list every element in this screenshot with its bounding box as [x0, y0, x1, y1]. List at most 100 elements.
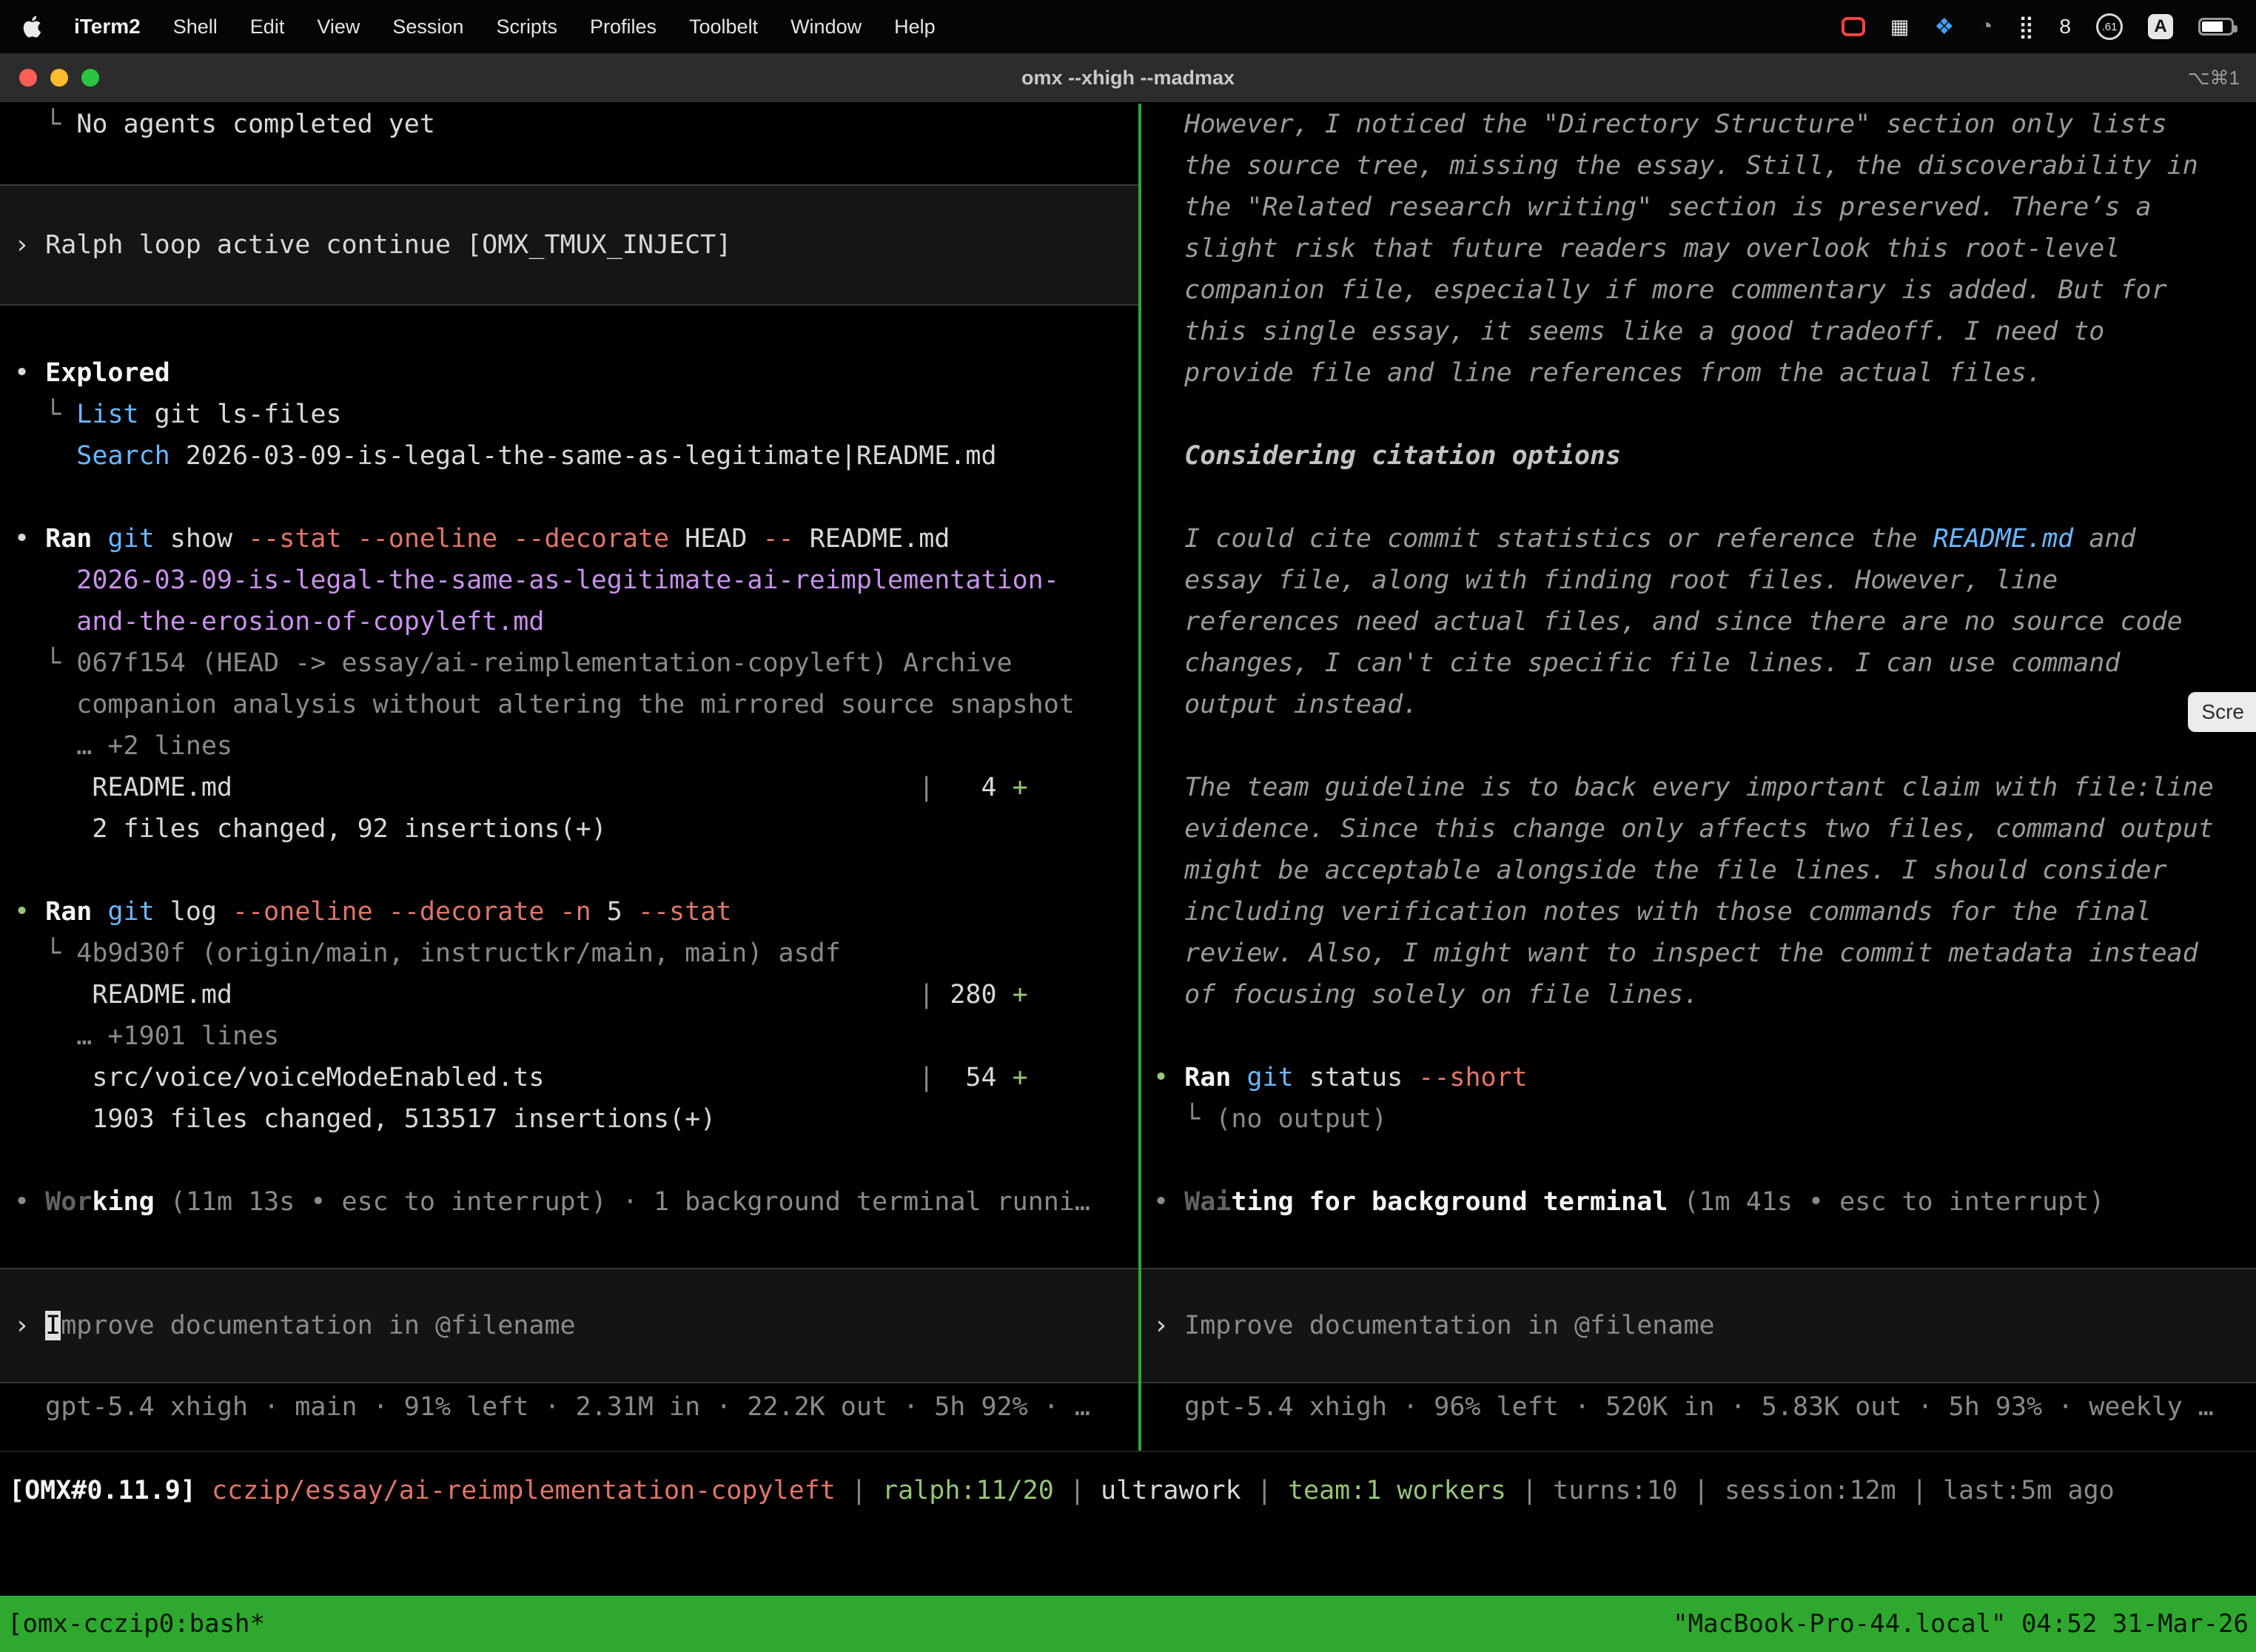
apple-menu-icon[interactable]: [22, 16, 41, 38]
text-segment: (1m 41s • esc to interrupt): [1668, 1187, 2104, 1217]
menu-item-window[interactable]: Window: [790, 16, 862, 38]
text-segment: Ran: [45, 897, 92, 927]
text-segment: README.md: [794, 524, 950, 554]
right-terminal-pane[interactable]: However, I noticed the "Directory Struct…: [1141, 104, 2256, 1451]
terminal-line: └ (no output): [1153, 1098, 1387, 1140]
text-segment: and-the-erosion-of-copyleft.md: [14, 607, 544, 637]
terminal-line: changes, I can't cite specific file line…: [1153, 642, 2120, 684]
text-segment: king: [92, 1187, 154, 1217]
text-segment: output instead.: [1153, 690, 1418, 719]
text-segment: |: [836, 1476, 882, 1505]
input-source-icon[interactable]: A: [2148, 14, 2173, 39]
menu-item-toolbelt[interactable]: Toolbelt: [689, 16, 758, 38]
menu-app-name[interactable]: iTerm2: [74, 15, 141, 38]
terminal-line: README.md | 280 +: [14, 974, 1028, 1015]
text-segment: including verification notes with those …: [1153, 897, 2152, 927]
text-segment: +: [1013, 980, 1028, 1010]
text-segment: gpt-5.4 xhigh · 96% left · 520K in · 5.8…: [1153, 1392, 2214, 1422]
menu-bar-left: iTerm2 Shell Edit View Session Scripts Profil…: [22, 15, 936, 38]
text-segment: README.md: [14, 773, 919, 802]
text-segment: (11m 13s • esc to interrupt) · 1 backgro…: [155, 1187, 1090, 1217]
text-segment: List: [76, 400, 138, 429]
terminal-line: of focusing solely on file lines.: [1153, 974, 1699, 1015]
text-segment: README.md: [1933, 524, 2074, 554]
battery-percent-icon[interactable]: .61: [2096, 13, 2123, 40]
omx-status-line: [OMX#0.11.9] cczip/essay/ai-reimplementa…: [9, 1470, 2256, 1511]
terminal-line: 2026-03-09-is-legal-the-same-as-legitima…: [14, 560, 1059, 601]
text-segment: --short: [1418, 1063, 1528, 1092]
text-segment: •: [14, 358, 45, 388]
menu-item-help[interactable]: Help: [894, 16, 936, 38]
text-segment: essay file, along with finding root file…: [1153, 565, 2058, 595]
terminal-line: provide file and line references from th…: [1153, 352, 2042, 394]
left-terminal-pane[interactable]: └ No agents completed yet• Explored └ Li…: [0, 104, 1138, 1451]
minimize-button[interactable]: [50, 69, 68, 87]
menu-item-edit[interactable]: Edit: [250, 16, 285, 38]
left-prompt-input[interactable]: › Improve documentation in @filename: [0, 1268, 1138, 1383]
text-segment: git: [107, 897, 154, 927]
window-title-bar[interactable]: omx --xhigh --madmax ⌥⌘1: [0, 53, 2256, 104]
terminal-line: • Ran git log --oneline --decorate -n 5 …: [14, 891, 731, 933]
text-segment: ›: [14, 1311, 45, 1340]
text-segment: Wor: [45, 1187, 92, 1217]
text-segment: 280: [934, 980, 1012, 1010]
right-status-line: gpt-5.4 xhigh · 96% left · 520K in · 5.8…: [1153, 1386, 2214, 1428]
menu-item-scripts[interactable]: Scripts: [496, 16, 557, 38]
terminal-line: • Waiting for background terminal (1m 41…: [1153, 1181, 2104, 1223]
text-segment: changes, I can't cite specific file line…: [1153, 648, 2120, 678]
text-segment: Improve documentation in @filename: [1184, 1311, 1714, 1340]
text-segment: |: [919, 1063, 934, 1092]
terminal-line: └ List git ls-files: [14, 394, 342, 435]
text-segment: •: [14, 897, 45, 927]
text-segment: 54: [934, 1063, 1012, 1092]
text-segment: Search: [76, 441, 169, 471]
right-prompt-input[interactable]: › Improve documentation in @filename: [1141, 1268, 2256, 1383]
text-segment: this single essay, it seems like a good …: [1153, 317, 2104, 346]
left-pane-lines: └ No agents completed yet• Explored └ Li…: [0, 104, 1138, 1451]
menu-item-shell[interactable]: Shell: [173, 16, 218, 38]
text-segment: |: [919, 773, 934, 802]
text-segment: └ 067f154 (HEAD -> essay/ai-reimplementa…: [14, 648, 1013, 678]
terminal-line: Search 2026-03-09-is-legal-the-same-as-l…: [14, 435, 997, 477]
screen-recording-icon[interactable]: [1842, 17, 1865, 36]
text-segment: Ran: [1184, 1063, 1231, 1092]
text-segment: Wai: [1184, 1187, 1231, 1217]
text-segment: ting for background terminal: [1231, 1187, 1668, 1217]
text-segment: ultrawork: [1101, 1476, 1241, 1505]
text-segment: status: [1294, 1063, 1419, 1092]
text-segment: … +2 lines: [14, 731, 232, 761]
terminal-line: companion analysis without altering the …: [14, 684, 1075, 725]
menu-bar-status-icons: ▦ ❖ ◔ ⣿ 8 .61 A: [1842, 13, 2234, 40]
terminal-line: … +2 lines: [14, 725, 232, 767]
close-button[interactable]: [19, 69, 37, 87]
window-manager-icon[interactable]: ▦: [1890, 16, 1910, 38]
text-segment: •: [14, 524, 45, 554]
text-segment: references need actual files, and since …: [1153, 607, 2183, 637]
text-segment: | turns:10 | session:12m | last:5m ago: [1506, 1476, 2115, 1505]
terminal-line: └ No agents completed yet: [14, 104, 435, 145]
keyboard-layout-icon[interactable]: 8: [2059, 15, 2071, 38]
text-segment: 4: [934, 773, 1012, 802]
terminal-line: slight risk that future readers may over…: [1153, 228, 2120, 269]
timer-knob-icon[interactable]: ◔: [1979, 14, 1993, 39]
text-segment: 2 files changed, 92 insertions(+): [14, 814, 607, 844]
text-segment: companion analysis without altering the …: [14, 690, 1075, 719]
text-segment: └ (no output): [1153, 1104, 1387, 1134]
menu-item-session[interactable]: Session: [392, 16, 463, 38]
text-segment: slight risk that future readers may over…: [1153, 234, 2120, 263]
text-segment: log: [155, 897, 232, 927]
text-segment: I: [45, 1311, 61, 1340]
color-picker-icon[interactable]: ❖: [1934, 14, 1954, 40]
text-segment: +: [1013, 1063, 1028, 1092]
terminal-line: 2 files changed, 92 insertions(+): [14, 808, 607, 850]
battery-icon[interactable]: [2198, 18, 2234, 36]
menu-item-view[interactable]: View: [317, 16, 360, 38]
screen-overlay-tab[interactable]: Scre: [2188, 692, 2256, 732]
text-segment: team:1 workers: [1288, 1476, 1506, 1505]
text-segment: 5: [591, 897, 638, 927]
app-grid-icon[interactable]: ⣿: [2018, 14, 2034, 40]
menu-item-profiles[interactable]: Profiles: [590, 16, 657, 38]
text-segment: |: [919, 980, 934, 1010]
zoom-button[interactable]: [81, 69, 99, 87]
text-segment: ›: [1153, 1311, 1184, 1340]
